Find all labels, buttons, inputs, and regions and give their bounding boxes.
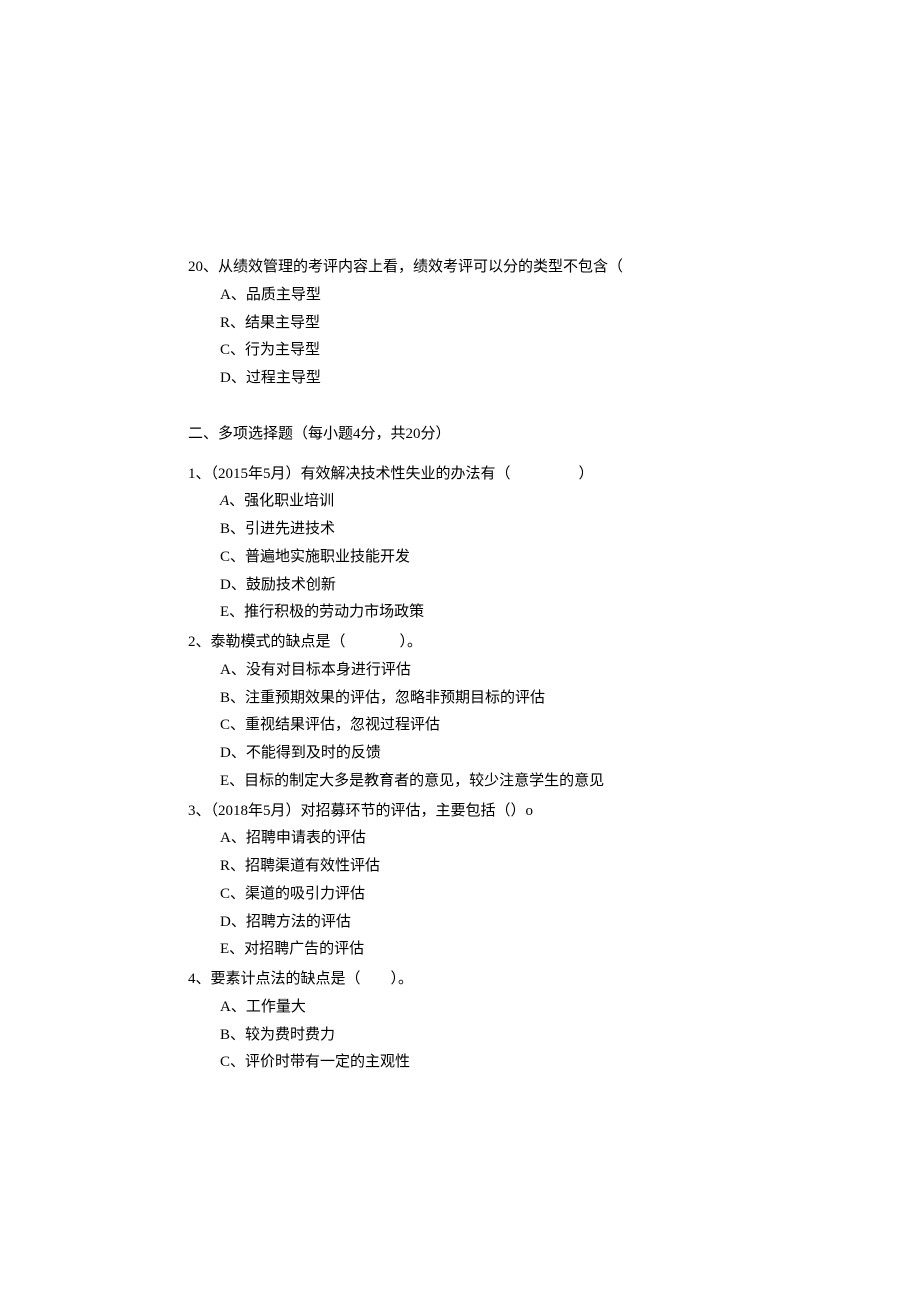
question-20: 20、从绩效管理的考评内容上看，绩效考评可以分的类型不包含（ A、品质主导型 R… [188,254,920,393]
mq3-option-d: D、招聘方法的评估 [188,909,920,937]
mq1-option-c: C、普遍地实施职业技能开发 [188,544,920,572]
mq2-option-b: B、注重预期效果的评估，忽略非预期目标的评估 [188,685,920,713]
mq4-stem-prefix: 4、要素计点法的缺点是（ [188,971,361,987]
mq2-stem: 2、泰勒模式的缺点是（ ）。 [188,629,920,657]
mq2-option-a: A、没有对目标本身进行评估 [188,657,920,685]
multi-question-4: 4、要素计点法的缺点是（ ）。 A、工作量大 B、较为费时费力 C、评价时带有一定… [188,966,920,1077]
mq3-option-a: A、招聘申请表的评估 [188,825,920,853]
q20-option-d: D、过程主导型 [188,365,920,393]
mq1-option-a-letter: A [220,493,229,509]
mq2-option-e: E、目标的制定大多是教育者的意见，较少注意学生的意见 [188,768,920,796]
multi-question-2: 2、泰勒模式的缺点是（ ）。 A、没有对目标本身进行评估 B、注重预期效果的评估，… [188,629,920,796]
mq4-option-b: B、较为费时费力 [188,1022,920,1050]
multi-question-1: 1、（2015年5月）有效解决技术性失业的办法有（ ） A、强化职业培训 B、引进… [188,461,920,628]
mq2-option-d: D、不能得到及时的反馈 [188,740,920,768]
q20-option-c: C、行为主导型 [188,337,920,365]
mq3-option-e: E、对招聘广告的评估 [188,936,920,964]
mq2-stem-suffix: ）。 [400,634,423,650]
multi-question-3: 3、（2018年5月）对招募环节的评估，主要包括（）o A、招聘申请表的评估 R… [188,798,920,965]
mq3-option-r: R、招聘渠道有效性评估 [188,853,920,881]
mq1-option-a-text: 、强化职业培训 [229,493,334,509]
mq1-option-e: E、推行积极的劳动力市场政策 [188,599,920,627]
mq1-stem-prefix: 1、（2015年5月）有效解决技术性失业的办法有（ [188,466,511,482]
q20-stem: 20、从绩效管理的考评内容上看，绩效考评可以分的类型不包含（ [188,254,920,282]
mq4-option-c: C、评价时带有一定的主观性 [188,1049,920,1077]
q20-option-a: A、品质主导型 [188,282,920,310]
mq1-option-d: D、鼓励技术创新 [188,572,920,600]
mq1-option-a: A、强化职业培训 [188,488,920,516]
mq1-stem-suffix: ） [579,466,594,482]
mq4-stem: 4、要素计点法的缺点是（ ）。 [188,966,920,994]
mq2-option-c: C、重视结果评估，忽视过程评估 [188,712,920,740]
mq3-stem: 3、（2018年5月）对招募环节的评估，主要包括（）o [188,798,920,826]
mq4-option-a: A、工作量大 [188,994,920,1022]
mq2-stem-prefix: 2、泰勒模式的缺点是（ [188,634,346,650]
section-2-header: 二、多项选择题（每小题4分，共20分） [188,421,920,449]
mq4-stem-suffix: ）。 [391,971,414,987]
mq1-option-b: B、引进先进技术 [188,516,920,544]
q20-option-r: R、结果主导型 [188,310,920,338]
mq1-stem: 1、（2015年5月）有效解决技术性失业的办法有（ ） [188,461,920,489]
mq3-option-c: C、渠道的吸引力评估 [188,881,920,909]
